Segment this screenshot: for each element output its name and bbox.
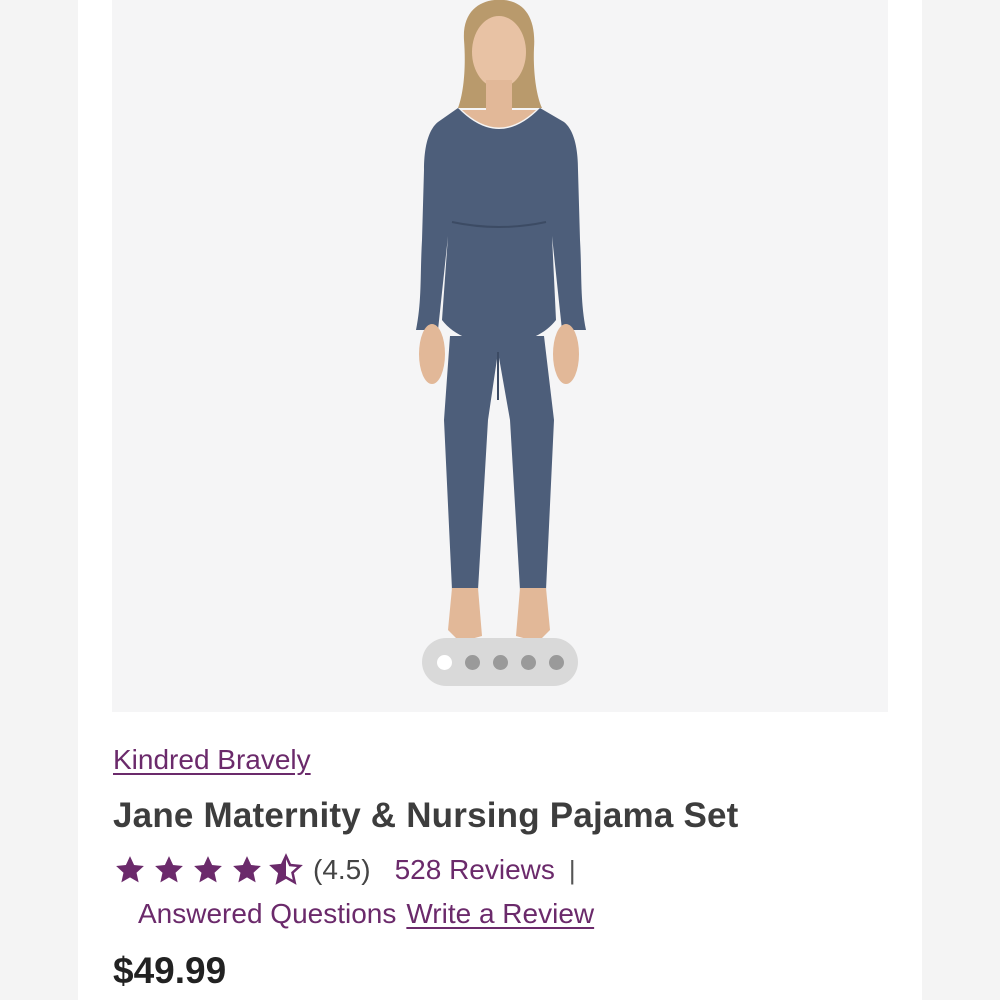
star-icon xyxy=(155,856,183,883)
qa-links: Answered Questions Write a Review xyxy=(138,894,594,934)
carousel-dot-5[interactable] xyxy=(548,654,564,670)
carousel-dot-3[interactable] xyxy=(492,654,508,670)
star-icon xyxy=(233,856,261,883)
carousel-pagination xyxy=(422,638,578,686)
star-icon xyxy=(194,856,222,883)
product-image-gallery[interactable] xyxy=(112,0,888,712)
carousel-dot-2[interactable] xyxy=(464,654,480,670)
product-photo xyxy=(416,0,586,642)
carousel-dot-4[interactable] xyxy=(520,654,536,670)
rating-value: (4.5) xyxy=(313,854,371,885)
carousel-dot-1[interactable] xyxy=(436,654,452,670)
write-review-link[interactable]: Write a Review xyxy=(406,898,594,930)
link-separator: | xyxy=(568,854,576,885)
rating-summary: (4.5) 528 Reviews | xyxy=(113,850,576,890)
half-star-icon xyxy=(269,853,303,885)
brand-link[interactable]: Kindred Bravely xyxy=(113,744,311,776)
star-rating[interactable] xyxy=(113,853,303,887)
reviews-link[interactable]: 528 Reviews xyxy=(395,854,555,886)
product-title: Jane Maternity & Nursing Pajama Set xyxy=(113,796,739,835)
product-page: Kindred Bravely Jane Maternity & Nursing… xyxy=(78,0,922,1000)
product-price: $49.99 xyxy=(113,950,227,991)
star-icon xyxy=(116,856,144,883)
answered-questions-link[interactable]: Answered Questions xyxy=(138,898,396,930)
